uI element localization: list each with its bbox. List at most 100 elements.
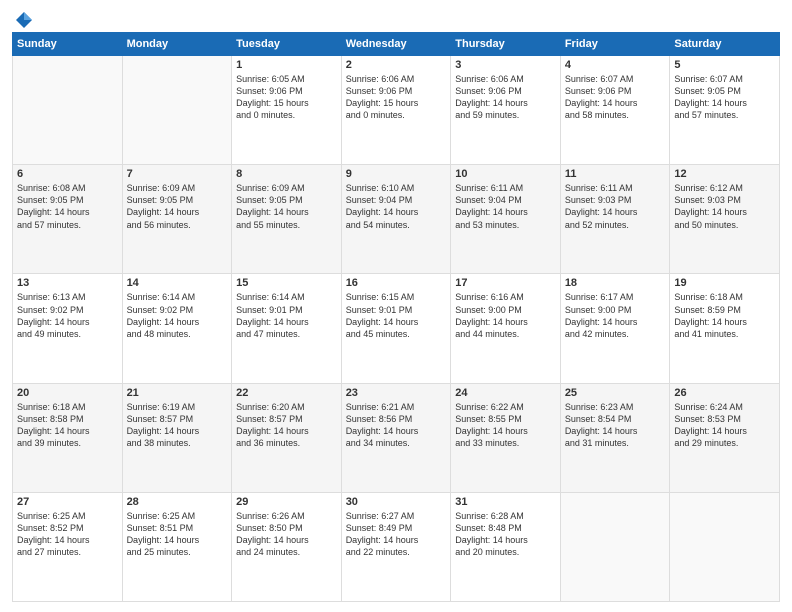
calendar-header-row: SundayMondayTuesdayWednesdayThursdayFrid… bbox=[13, 33, 780, 56]
calendar-day-cell: 6Sunrise: 6:08 AM Sunset: 9:05 PM Daylig… bbox=[13, 165, 123, 274]
day-number: 4 bbox=[565, 59, 666, 71]
calendar-day-cell: 3Sunrise: 6:06 AM Sunset: 9:06 PM Daylig… bbox=[451, 56, 561, 165]
day-content: Sunrise: 6:21 AM Sunset: 8:56 PM Dayligh… bbox=[346, 401, 447, 450]
calendar-day-cell: 14 Sunrise: 6:14 AM Sunset: 9:02 PM Dayli… bbox=[122, 274, 232, 383]
day-content: Sunrise: 6:15 AM Sunset: 9:01 PM Dayligh… bbox=[346, 291, 447, 340]
calendar-table: SundayMondayTuesdayWednesdayThursdayFrid… bbox=[12, 32, 780, 602]
day-number: 13 bbox=[17, 277, 118, 289]
day-number: 7 bbox=[127, 168, 228, 180]
calendar-day-cell: 24 Sunrise: 6:22 AM Sunset: 8:55 PM Dayli… bbox=[451, 383, 561, 492]
logo-icon bbox=[14, 10, 34, 30]
day-number: 26 bbox=[674, 387, 775, 399]
day-content: Sunrise: 6:25 AM Sunset: 8:52 PM Dayligh… bbox=[17, 510, 118, 559]
day-number: 29 bbox=[236, 496, 337, 508]
calendar-day-cell: 7 Sunrise: 6:09 AM Sunset: 9:05 PM Daylig… bbox=[122, 165, 232, 274]
calendar-day-cell bbox=[670, 492, 780, 601]
day-number: 16 bbox=[346, 277, 447, 289]
day-content: Sunrise: 6:07 AM Sunset: 9:05 PM Dayligh… bbox=[674, 73, 775, 122]
day-content: Sunrise: 6:11 AM Sunset: 9:04 PM Dayligh… bbox=[455, 182, 556, 231]
calendar-day-cell: 1 Sunrise: 6:05 AM Sunset: 9:06 PM Daylig… bbox=[232, 56, 342, 165]
calendar-weekday-header: Saturday bbox=[670, 33, 780, 56]
calendar-day-cell: 19 Sunrise: 6:18 AM Sunset: 8:59 PM Dayli… bbox=[670, 274, 780, 383]
calendar-day-cell: 30 Sunrise: 6:27 AM Sunset: 8:49 PM Dayli… bbox=[341, 492, 451, 601]
day-content: Sunrise: 6:18 AM Sunset: 8:58 PM Dayligh… bbox=[17, 401, 118, 450]
calendar-day-cell: 31Sunrise: 6:28 AM Sunset: 8:48 PM Dayli… bbox=[451, 492, 561, 601]
calendar-day-cell: 5Sunrise: 6:07 AM Sunset: 9:05 PM Daylig… bbox=[670, 56, 780, 165]
day-content: Sunrise: 6:16 AM Sunset: 9:00 PM Dayligh… bbox=[455, 291, 556, 340]
calendar-day-cell bbox=[122, 56, 232, 165]
header bbox=[12, 10, 780, 26]
day-number: 27 bbox=[17, 496, 118, 508]
calendar-day-cell: 12 Sunrise: 6:12 AM Sunset: 9:03 PM Dayli… bbox=[670, 165, 780, 274]
calendar-day-cell: 10 Sunrise: 6:11 AM Sunset: 9:04 PM Dayli… bbox=[451, 165, 561, 274]
calendar-day-cell: 16 Sunrise: 6:15 AM Sunset: 9:01 PM Dayli… bbox=[341, 274, 451, 383]
day-content: Sunrise: 6:24 AM Sunset: 8:53 PM Dayligh… bbox=[674, 401, 775, 450]
calendar-weekday-header: Thursday bbox=[451, 33, 561, 56]
day-content: Sunrise: 6:08 AM Sunset: 9:05 PM Dayligh… bbox=[17, 182, 118, 231]
day-content: Sunrise: 6:14 AM Sunset: 9:01 PM Dayligh… bbox=[236, 291, 337, 340]
calendar-day-cell: 26 Sunrise: 6:24 AM Sunset: 8:53 PM Dayli… bbox=[670, 383, 780, 492]
day-content: Sunrise: 6:05 AM Sunset: 9:06 PM Dayligh… bbox=[236, 73, 337, 122]
calendar-week-row: 1 Sunrise: 6:05 AM Sunset: 9:06 PM Daylig… bbox=[13, 56, 780, 165]
day-content: Sunrise: 6:11 AM Sunset: 9:03 PM Dayligh… bbox=[565, 182, 666, 231]
day-content: Sunrise: 6:20 AM Sunset: 8:57 PM Dayligh… bbox=[236, 401, 337, 450]
day-content: Sunrise: 6:09 AM Sunset: 9:05 PM Dayligh… bbox=[127, 182, 228, 231]
day-content: Sunrise: 6:10 AM Sunset: 9:04 PM Dayligh… bbox=[346, 182, 447, 231]
day-number: 11 bbox=[565, 168, 666, 180]
calendar-day-cell: 8Sunrise: 6:09 AM Sunset: 9:05 PM Daylig… bbox=[232, 165, 342, 274]
calendar-day-cell: 27 Sunrise: 6:25 AM Sunset: 8:52 PM Dayli… bbox=[13, 492, 123, 601]
calendar-day-cell: 25Sunrise: 6:23 AM Sunset: 8:54 PM Dayli… bbox=[560, 383, 670, 492]
calendar-day-cell: 29 Sunrise: 6:26 AM Sunset: 8:50 PM Dayli… bbox=[232, 492, 342, 601]
day-content: Sunrise: 6:17 AM Sunset: 9:00 PM Dayligh… bbox=[565, 291, 666, 340]
day-number: 19 bbox=[674, 277, 775, 289]
calendar-week-row: 20Sunrise: 6:18 AM Sunset: 8:58 PM Dayli… bbox=[13, 383, 780, 492]
calendar-day-cell: 21Sunrise: 6:19 AM Sunset: 8:57 PM Dayli… bbox=[122, 383, 232, 492]
calendar-weekday-header: Tuesday bbox=[232, 33, 342, 56]
calendar-day-cell: 9 Sunrise: 6:10 AM Sunset: 9:04 PM Daylig… bbox=[341, 165, 451, 274]
day-number: 18 bbox=[565, 277, 666, 289]
calendar-week-row: 27 Sunrise: 6:25 AM Sunset: 8:52 PM Dayli… bbox=[13, 492, 780, 601]
day-content: Sunrise: 6:22 AM Sunset: 8:55 PM Dayligh… bbox=[455, 401, 556, 450]
calendar-weekday-header: Wednesday bbox=[341, 33, 451, 56]
day-number: 12 bbox=[674, 168, 775, 180]
day-number: 8 bbox=[236, 168, 337, 180]
calendar-day-cell: 23Sunrise: 6:21 AM Sunset: 8:56 PM Dayli… bbox=[341, 383, 451, 492]
day-content: Sunrise: 6:06 AM Sunset: 9:06 PM Dayligh… bbox=[346, 73, 447, 122]
day-number: 28 bbox=[127, 496, 228, 508]
calendar-day-cell: 2 Sunrise: 6:06 AM Sunset: 9:06 PM Daylig… bbox=[341, 56, 451, 165]
day-number: 15 bbox=[236, 277, 337, 289]
calendar-day-cell: 20Sunrise: 6:18 AM Sunset: 8:58 PM Dayli… bbox=[13, 383, 123, 492]
calendar-day-cell bbox=[13, 56, 123, 165]
day-number: 21 bbox=[127, 387, 228, 399]
day-content: Sunrise: 6:26 AM Sunset: 8:50 PM Dayligh… bbox=[236, 510, 337, 559]
day-number: 22 bbox=[236, 387, 337, 399]
day-number: 14 bbox=[127, 277, 228, 289]
day-number: 2 bbox=[346, 59, 447, 71]
calendar-day-cell: 22 Sunrise: 6:20 AM Sunset: 8:57 PM Dayli… bbox=[232, 383, 342, 492]
day-number: 1 bbox=[236, 59, 337, 71]
page: SundayMondayTuesdayWednesdayThursdayFrid… bbox=[0, 0, 792, 612]
day-number: 17 bbox=[455, 277, 556, 289]
day-content: Sunrise: 6:18 AM Sunset: 8:59 PM Dayligh… bbox=[674, 291, 775, 340]
calendar-day-cell: 28 Sunrise: 6:25 AM Sunset: 8:51 PM Dayli… bbox=[122, 492, 232, 601]
calendar-day-cell bbox=[560, 492, 670, 601]
day-content: Sunrise: 6:14 AM Sunset: 9:02 PM Dayligh… bbox=[127, 291, 228, 340]
day-content: Sunrise: 6:06 AM Sunset: 9:06 PM Dayligh… bbox=[455, 73, 556, 122]
day-number: 25 bbox=[565, 387, 666, 399]
day-number: 30 bbox=[346, 496, 447, 508]
day-number: 10 bbox=[455, 168, 556, 180]
day-number: 24 bbox=[455, 387, 556, 399]
day-content: Sunrise: 6:27 AM Sunset: 8:49 PM Dayligh… bbox=[346, 510, 447, 559]
calendar-weekday-header: Friday bbox=[560, 33, 670, 56]
day-content: Sunrise: 6:25 AM Sunset: 8:51 PM Dayligh… bbox=[127, 510, 228, 559]
calendar-day-cell: 13 Sunrise: 6:13 AM Sunset: 9:02 PM Dayli… bbox=[13, 274, 123, 383]
calendar-week-row: 6Sunrise: 6:08 AM Sunset: 9:05 PM Daylig… bbox=[13, 165, 780, 274]
day-number: 9 bbox=[346, 168, 447, 180]
day-content: Sunrise: 6:12 AM Sunset: 9:03 PM Dayligh… bbox=[674, 182, 775, 231]
calendar-day-cell: 4Sunrise: 6:07 AM Sunset: 9:06 PM Daylig… bbox=[560, 56, 670, 165]
calendar-weekday-header: Monday bbox=[122, 33, 232, 56]
calendar-day-cell: 17 Sunrise: 6:16 AM Sunset: 9:00 PM Dayli… bbox=[451, 274, 561, 383]
day-content: Sunrise: 6:13 AM Sunset: 9:02 PM Dayligh… bbox=[17, 291, 118, 340]
calendar-week-row: 13 Sunrise: 6:13 AM Sunset: 9:02 PM Dayli… bbox=[13, 274, 780, 383]
calendar-day-cell: 11 Sunrise: 6:11 AM Sunset: 9:03 PM Dayli… bbox=[560, 165, 670, 274]
